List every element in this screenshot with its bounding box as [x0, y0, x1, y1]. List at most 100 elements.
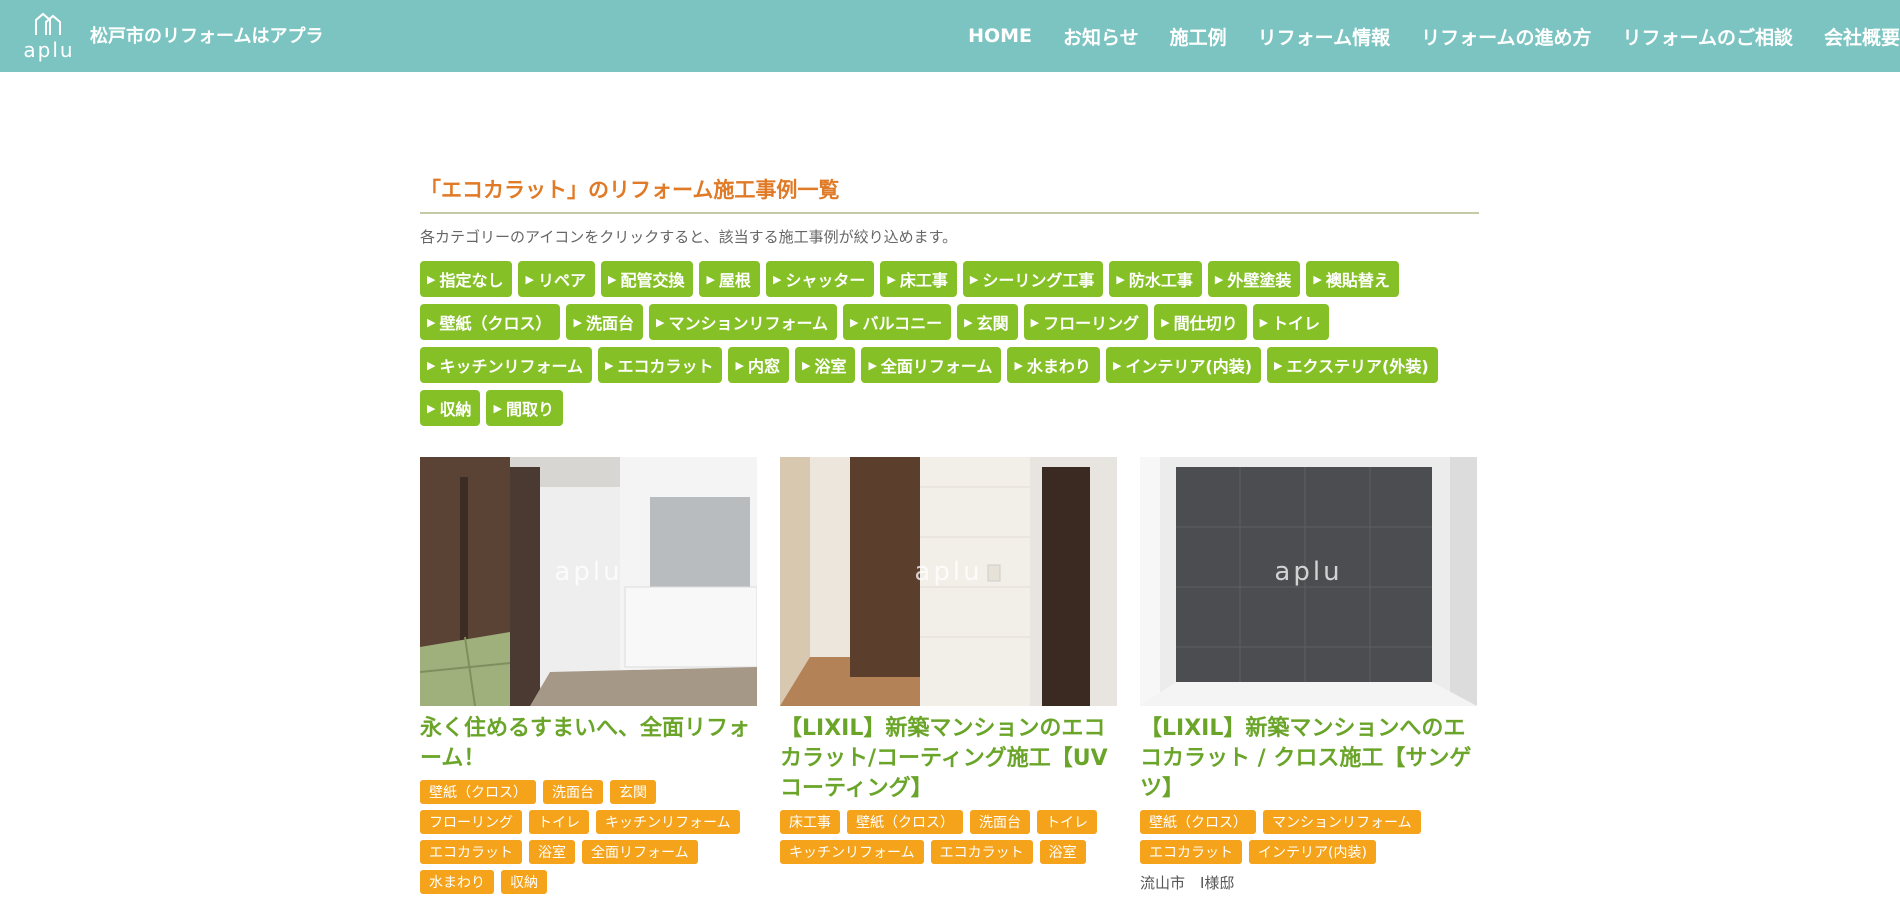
triangle-right-icon: ▶ [1274, 358, 1283, 372]
category-button[interactable]: ▶ バルコニー [842, 304, 952, 340]
work-tags: 床工事 壁紙（クロス） 洗面台 トイレキッチンリフォーム エコカラット 浴室 [780, 810, 1117, 870]
work-card[interactable]: aplu 永く住めるすまいへ、全面リフォーム！ 壁紙（クロス） 洗面台 玄関フローリ… [420, 457, 757, 900]
work-tag[interactable]: 玄関 [610, 780, 656, 804]
category-label: 襖貼替え [1325, 271, 1390, 290]
nav-company[interactable]: 会社概要 [1824, 23, 1900, 50]
work-tag[interactable]: 全面リフォーム [582, 840, 698, 864]
category-button[interactable]: ▶ 床工事 [880, 261, 957, 297]
category-button[interactable]: ▶ エコカラット [598, 347, 723, 383]
work-tag[interactable]: エコカラット [420, 840, 522, 864]
work-title[interactable]: 【LIXIL】新築マンションへのエコカラット / クロス施工【サンゲツ】 [1140, 714, 1477, 804]
triangle-right-icon: ▶ [427, 401, 436, 415]
category-button[interactable]: ▶ 間取り [486, 390, 563, 426]
category-button[interactable]: ▶ マンションリフォーム [648, 304, 837, 340]
category-button[interactable]: ▶ 外壁塗装 [1207, 261, 1301, 297]
work-tag[interactable]: エコカラット [930, 840, 1033, 864]
category-label: 外壁塗装 [1227, 271, 1292, 290]
work-tag[interactable]: エコカラット [1140, 840, 1242, 864]
work-title[interactable]: 永く住めるすまいへ、全面リフォーム！ [420, 714, 757, 774]
category-button[interactable]: ▶ 間仕切り [1154, 304, 1247, 340]
category-label: 指定なし [439, 271, 504, 290]
nav-home[interactable]: HOME [968, 25, 1032, 47]
work-tag[interactable]: キッチンリフォーム [780, 840, 924, 864]
site-title[interactable]: 松戸市のリフォームはアプラ [90, 22, 323, 48]
category-label: トイレ [1272, 314, 1321, 333]
category-label: 洗面台 [585, 314, 634, 333]
category-button[interactable]: ▶ 全面リフォーム [861, 347, 1002, 383]
work-tag[interactable]: 床工事 [780, 810, 840, 834]
category-label: 収納 [439, 400, 472, 419]
work-photo[interactable]: aplu [780, 457, 1117, 706]
triangle-right-icon: ▶ [655, 315, 665, 329]
category-button[interactable]: ▶ 配管交換 [600, 261, 694, 297]
work-tag[interactable]: 浴室 [529, 840, 575, 864]
work-tag[interactable]: 壁紙（クロス） [847, 810, 963, 834]
category-button[interactable]: ▶ 指定なし [420, 261, 513, 297]
nav-consult[interactable]: リフォームのご相談 [1623, 23, 1793, 50]
work-tag[interactable]: 収納 [501, 870, 547, 894]
category-button[interactable]: ▶ リペア [518, 261, 595, 297]
category-button[interactable]: ▶ 壁紙（クロス） [420, 304, 561, 340]
work-tags: 壁紙（クロス） 洗面台 玄関フローリング トイレ キッチンリフォームエコカラット 浴室 全面… [420, 780, 757, 900]
category-button[interactable]: ▶ キッチンリフォーム [420, 347, 592, 383]
category-button[interactable]: ▶ 屋根 [699, 261, 760, 297]
category-label: 床工事 [899, 271, 948, 290]
work-tag[interactable]: 浴室 [1039, 840, 1086, 864]
work-location: 流山市 I様邸 [1140, 874, 1235, 892]
triangle-right-icon: ▶ [573, 315, 582, 329]
work-card[interactable]: aplu 【LIXIL】新築マンションのエコカラット/コーティング施工【UVコー… [780, 457, 1117, 870]
category-label: 防水工事 [1128, 271, 1193, 290]
work-tag[interactable]: フローリング [420, 810, 522, 834]
triangle-right-icon: ▶ [772, 272, 782, 286]
category-button[interactable]: ▶ トイレ [1252, 304, 1330, 340]
nav-reform-info[interactable]: リフォーム情報 [1258, 23, 1390, 50]
nav-works[interactable]: 施工例 [1170, 23, 1227, 50]
triangle-right-icon: ▶ [427, 315, 436, 329]
aplu-logo[interactable]: aplu [20, 12, 78, 62]
work-photo[interactable]: aplu [420, 457, 757, 706]
work-tag[interactable]: 壁紙（クロス） [1140, 810, 1256, 834]
work-tag[interactable]: 壁紙（クロス） [420, 780, 536, 804]
work-tag[interactable]: キッチンリフォーム [596, 810, 740, 834]
category-button[interactable]: ▶ 洗面台 [566, 304, 643, 340]
work-tag[interactable]: トイレ [529, 810, 589, 834]
work-title[interactable]: 【LIXIL】新築マンションのエコカラット/コーティング施工【UVコーティング】 [780, 714, 1117, 804]
nav-news[interactable]: お知らせ [1063, 23, 1139, 50]
category-button[interactable]: ▶ 玄関 [957, 304, 1018, 340]
category-button[interactable]: ▶ 防水工事 [1109, 261, 1202, 297]
work-photo[interactable]: aplu [1140, 457, 1477, 706]
category-button[interactable]: ▶ 水まわり [1007, 347, 1100, 383]
triangle-right-icon: ▶ [1259, 315, 1269, 329]
category-button[interactable]: ▶ 襖貼替え [1306, 261, 1399, 297]
work-tag[interactable]: 洗面台 [970, 810, 1030, 834]
work-tag[interactable]: トイレ [1037, 810, 1097, 834]
category-button[interactable]: ▶ シャッター [765, 261, 875, 297]
work-tag[interactable]: 水まわり [420, 870, 494, 894]
category-label: フローリング [1043, 314, 1140, 333]
triangle-right-icon: ▶ [607, 272, 617, 286]
triangle-right-icon: ▶ [1116, 272, 1125, 286]
category-button[interactable]: ▶ 浴室 [794, 347, 856, 383]
work-tag[interactable]: インテリア(内装) [1249, 840, 1376, 864]
work-card[interactable]: aplu 【LIXIL】新築マンションへのエコカラット / クロス施工【サンゲツ… [1140, 457, 1477, 893]
category-button[interactable]: ▶ エクステリア(外装) [1267, 347, 1438, 383]
triangle-right-icon: ▶ [525, 272, 534, 286]
triangle-right-icon: ▶ [427, 272, 436, 286]
category-button[interactable]: ▶ 収納 [420, 390, 481, 426]
triangle-right-icon: ▶ [849, 315, 859, 329]
triangle-right-icon: ▶ [969, 272, 979, 286]
category-button[interactable]: ▶ フローリング [1023, 304, 1149, 340]
triangle-right-icon: ▶ [964, 315, 973, 329]
work-tag[interactable]: マンションリフォーム [1263, 810, 1421, 834]
nav-process[interactable]: リフォームの進め方 [1421, 23, 1591, 50]
category-label: リペア [537, 271, 586, 290]
category-button[interactable]: ▶ 内窓 [728, 347, 789, 383]
work-tag[interactable]: 洗面台 [543, 780, 603, 804]
category-label: 壁紙（クロス） [439, 314, 552, 333]
main-nav: HOME お知らせ 施工例 リフォーム情報 リフォームの進め方 リフォームのご相… [937, 0, 1900, 72]
triangle-right-icon: ▶ [801, 358, 811, 372]
category-button[interactable]: ▶ シーリング工事 [962, 261, 1104, 297]
category-label: 水まわり [1026, 357, 1091, 376]
category-button[interactable]: ▶ インテリア(内装) [1105, 347, 1262, 383]
triangle-right-icon: ▶ [887, 272, 896, 286]
